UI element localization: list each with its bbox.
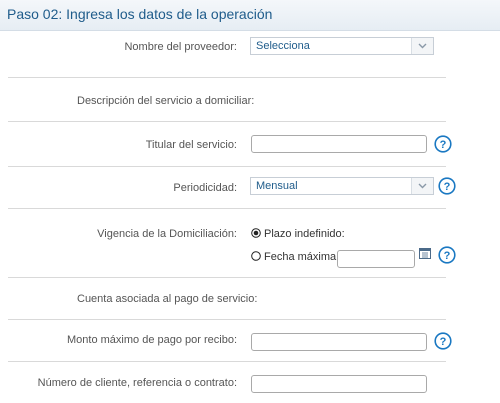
provider-select-value: Selecciona (256, 40, 310, 52)
provider-select[interactable]: Selecciona (250, 37, 434, 55)
section-title: Paso 02: Ingresa los datos de la operaci… (7, 6, 273, 22)
validity-option-max-date[interactable]: Fecha máxima: (264, 251, 339, 263)
help-icon[interactable]: ? (438, 177, 456, 195)
row-divider (8, 208, 446, 209)
svg-text:?: ? (440, 336, 447, 348)
chevron-down-icon (418, 183, 427, 189)
radio-unselected-icon[interactable] (251, 251, 261, 261)
max-amount-label: Monto máximo de pago por recibo: (67, 334, 237, 346)
linked-account-label: Cuenta asociada al pago de servicio: (77, 293, 258, 305)
svg-text:?: ? (444, 181, 451, 193)
radio-selected-icon[interactable] (251, 228, 261, 238)
row-divider (8, 77, 446, 78)
chevron-down-icon (418, 43, 427, 49)
validity-label: Vigencia de la Domiciliación: (97, 228, 237, 240)
service-holder-input[interactable] (251, 135, 427, 153)
calendar-icon[interactable] (419, 247, 431, 259)
help-icon[interactable]: ? (438, 246, 456, 264)
svg-text:?: ? (440, 139, 447, 151)
row-divider (8, 361, 446, 362)
periodicity-select[interactable]: Mensual (250, 177, 434, 195)
row-divider (8, 319, 446, 320)
section-header: Paso 02: Ingresa los datos de la operaci… (0, 0, 500, 31)
row-divider (8, 277, 446, 278)
help-icon[interactable]: ? (434, 332, 452, 350)
row-divider (8, 166, 446, 167)
service-holder-label: Titular del servicio: (145, 139, 237, 151)
client-number-label: Número de cliente, referencia o contrato… (37, 377, 237, 389)
periodicity-label: Periodicidad: (173, 182, 237, 194)
max-date-input[interactable] (337, 250, 415, 268)
periodicity-select-arrow[interactable] (411, 178, 433, 194)
client-number-input[interactable] (251, 375, 427, 393)
provider-label: Nombre del proveedor: (124, 41, 237, 53)
max-amount-input[interactable] (251, 333, 427, 351)
help-icon[interactable]: ? (434, 135, 452, 153)
row-divider (8, 121, 446, 122)
provider-select-arrow[interactable] (411, 38, 433, 54)
validity-option-indefinite[interactable]: Plazo indefinido: (264, 228, 345, 240)
svg-text:?: ? (444, 250, 451, 262)
periodicity-select-value: Mensual (256, 180, 298, 192)
service-description-label: Descripción del servicio a domiciliar: (77, 95, 255, 107)
